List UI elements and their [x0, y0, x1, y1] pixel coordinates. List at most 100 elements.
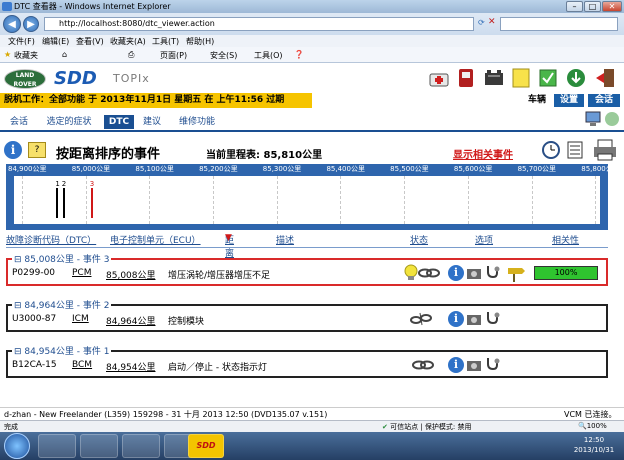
clock-icon[interactable] [541, 140, 561, 160]
taskbar-sdd-icon[interactable]: SDD [188, 434, 224, 458]
broken-chain-icon [410, 312, 432, 326]
help-icon[interactable]: ❓ [294, 50, 304, 59]
battery-icon[interactable] [483, 67, 505, 89]
page-menu[interactable]: 页面(P) [160, 50, 187, 61]
search-input[interactable] [500, 17, 618, 31]
download-icon[interactable] [565, 67, 587, 89]
start-button[interactable] [4, 433, 30, 459]
menu-favorites[interactable]: 收藏夹(A) [110, 36, 146, 47]
dtc-code: U3000-87 [12, 314, 57, 324]
nav-session[interactable]: 会话 [588, 94, 620, 107]
forward-button[interactable]: ▶ [23, 16, 39, 32]
column-options[interactable]: 选项 [475, 233, 493, 246]
column-dtc[interactable]: 故障诊断代码（DTC） [6, 233, 96, 246]
event-legend[interactable]: ⊟ 84,954公里 - 事件 1 [12, 344, 112, 357]
home-icon[interactable]: ⌂ [62, 50, 67, 59]
system-clock[interactable]: 12:50 2013/10/31 [566, 435, 622, 455]
tab-symptoms[interactable]: 选定的症状 [38, 115, 100, 129]
column-description[interactable]: 描述 [276, 233, 294, 246]
event-legend[interactable]: ⊟ 84,964公里 - 事件 2 [12, 298, 112, 311]
info-icon[interactable]: i [4, 141, 22, 159]
notes-icon[interactable] [510, 67, 532, 89]
tab-session[interactable]: 会话 [4, 115, 34, 129]
event-row-1[interactable]: ⊟ 84,954公里 - 事件 1 B12CA-15 BCM 84,954公里 … [6, 344, 608, 378]
event-legend[interactable]: ⊟ 85,008公里 - 事件 3 [12, 252, 112, 265]
stethoscope-icon[interactable] [484, 356, 502, 374]
checklist-icon[interactable] [537, 67, 559, 89]
back-button[interactable]: ◀ [3, 15, 21, 33]
favorites-button[interactable]: 收藏夹 [14, 50, 38, 61]
print-icon[interactable]: ⎙ [128, 50, 134, 60]
safety-menu[interactable]: 安全(S) [210, 50, 237, 61]
timeline-event-marker[interactable] [62, 188, 65, 218]
taskbar-explorer-icon[interactable] [80, 434, 118, 458]
vci-device-icon[interactable] [455, 67, 477, 89]
ecu-link[interactable]: BCM [72, 360, 92, 370]
help-icon[interactable]: ? [28, 142, 46, 158]
timeline-tick-label: 85,000公里 [71, 165, 111, 173]
event-timeline: 84,900公里 85,000公里 85,100公里 85,200公里 85,300公里… [6, 164, 620, 230]
ecu-link[interactable]: PCM [72, 268, 91, 278]
tab-bar: 会话 选定的症状 DTC 建议 维修功能 [0, 111, 624, 130]
url-input[interactable]: http://localhost:8080/dtc_viewer.action [44, 17, 474, 31]
maximize-button[interactable]: □ [584, 1, 601, 12]
info-icon[interactable]: i [448, 357, 464, 373]
timeline-gridline [595, 176, 597, 224]
stethoscope-icon[interactable] [484, 310, 502, 328]
menu-tools[interactable]: 工具(T) [152, 36, 179, 47]
computer-icon[interactable] [584, 110, 602, 128]
timeline-event-marker[interactable] [56, 188, 59, 218]
show-related-events-link[interactable]: 显示相关事件 [453, 146, 513, 161]
dtc-description: 增压涡轮/增压器增压不足 [168, 271, 271, 281]
refresh-icon[interactable]: ⟳ [478, 18, 485, 27]
stethoscope-icon[interactable] [484, 264, 502, 282]
taskbar-media-icon[interactable] [122, 434, 160, 458]
timeline-event-number: 3 [89, 180, 95, 188]
camera-icon[interactable] [466, 266, 482, 280]
menu-file[interactable]: 文件(F) [8, 36, 35, 47]
zoom-icon: 🔍 [578, 422, 587, 430]
column-status[interactable]: 状态 [410, 233, 428, 246]
taskbar-ie-icon[interactable] [38, 434, 76, 458]
nav-vehicle[interactable]: 车辆 [523, 94, 551, 107]
column-ecu[interactable]: 电子控制单元（ECU） [110, 233, 201, 246]
menu-edit[interactable]: 编辑(E) [42, 36, 69, 47]
medical-kit-icon[interactable] [428, 67, 450, 89]
printer-icon[interactable] [592, 138, 618, 162]
chain-link-icon [412, 359, 434, 371]
distance-link[interactable]: 84,964公里 [106, 314, 156, 327]
favorites-bar: ★ 收藏夹 ⌂ ⎙ 页面(P) 安全(S) 工具(O) ❓ [0, 47, 624, 63]
ecu-link[interactable]: ICM [72, 314, 89, 324]
signpost-icon[interactable] [504, 264, 526, 282]
event-row-2[interactable]: ⊟ 84,964公里 - 事件 2 U3000-87 ICM 84,964公里 … [6, 298, 608, 332]
tools-menu[interactable]: 工具(O) [254, 50, 283, 61]
timeline-event-marker[interactable] [90, 188, 93, 218]
column-relevance[interactable]: 相关性 [552, 233, 579, 246]
stop-icon[interactable]: ✕ [488, 17, 496, 27]
chain-link-icon [418, 267, 440, 279]
dtc-code: P0299-00 [12, 268, 56, 278]
camera-icon[interactable] [466, 358, 482, 372]
menu-help[interactable]: 帮助(H) [186, 36, 214, 47]
camera-icon[interactable] [466, 312, 482, 326]
tab-repair-functions[interactable]: 维修功能 [172, 115, 222, 129]
menu-view[interactable]: 查看(V) [76, 36, 104, 47]
zoom-level[interactable]: 🔍100% [578, 422, 607, 430]
info-icon[interactable]: i [448, 265, 464, 281]
timeline-tick-label: 85,300公里 [262, 165, 302, 173]
close-window-button[interactable]: ✕ [602, 1, 622, 12]
timeline-gridline [149, 176, 151, 224]
ie-icon [2, 2, 12, 11]
timeline-tick-label: 84,900公里 [8, 165, 47, 173]
tab-recommendations[interactable]: 建议 [138, 115, 166, 129]
list-icon[interactable] [567, 141, 583, 159]
info-icon[interactable]: i [448, 311, 464, 327]
event-row-3[interactable]: ⊟ 85,008公里 - 事件 3 P0299-00 PCM 85,008公里 … [6, 252, 608, 286]
distance-link[interactable]: 84,954公里 [106, 360, 156, 373]
tab-dtc[interactable]: DTC [104, 115, 134, 129]
exit-icon[interactable] [594, 67, 618, 89]
minimize-button[interactable]: – [566, 1, 583, 12]
land-rover-logo: LAND ROVER [4, 69, 46, 89]
distance-link[interactable]: 85,008公里 [106, 268, 156, 281]
nav-settings[interactable]: 设置 [554, 94, 584, 107]
